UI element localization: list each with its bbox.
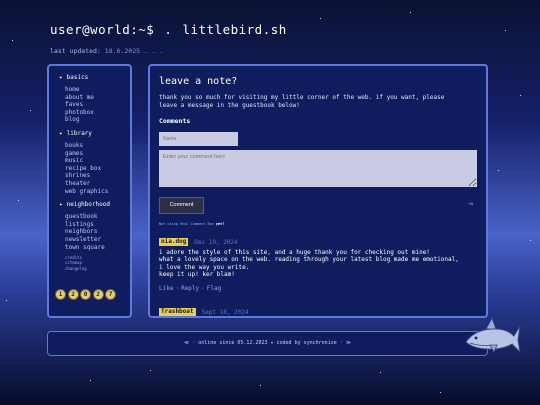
sidebar-item-recipe-box[interactable]: recipe box xyxy=(65,165,122,173)
comment-line: keep it up! ker blam! xyxy=(159,270,235,278)
like-button[interactable]: Like xyxy=(159,285,173,292)
sidebar-item-neighbors[interactable]: neighbors xyxy=(65,228,122,236)
sidebar-item-town-square[interactable]: town square xyxy=(65,244,122,252)
sidebar-item-theater[interactable]: theater xyxy=(65,180,122,188)
sidebar-item-blog[interactable]: blog xyxy=(65,116,122,124)
sidebar-item-music[interactable]: music xyxy=(65,157,122,165)
counter-digit: 1 xyxy=(55,289,66,300)
footer: ≪ · online since 05.12.2023 ✦ coded by s… xyxy=(47,331,488,356)
comment-item: Trashboat Sept 18, 2024 xyxy=(159,308,476,316)
comment-body: i adore the style of this site, and a hu… xyxy=(159,249,476,278)
comment-line: what a lovely space on the web. reading … xyxy=(159,256,459,264)
sidebar-list-neighborhood: guestbook listings neighbors newsletter … xyxy=(65,213,122,251)
sidebar-item-faves[interactable]: faves xyxy=(65,101,122,109)
sidebar-item-newsletter[interactable]: newsletter xyxy=(65,236,122,244)
comment-author[interactable]: nia.dog xyxy=(159,238,189,247)
sidebar-section-library[interactable]: ✦ library xyxy=(59,130,122,137)
comment-meta: Trashboat Sept 18, 2024 xyxy=(159,308,476,316)
comment-line: i adore the style of this site, and a hu… xyxy=(159,249,430,257)
sidebar-item-photobox[interactable]: photobox xyxy=(65,109,122,117)
comment-textarea[interactable] xyxy=(159,150,477,188)
counter-digit: 0 xyxy=(80,289,91,300)
site-title[interactable]: user@world:~$ . littlebird.sh xyxy=(50,22,287,37)
comment-submit-button[interactable]: Comment xyxy=(159,197,204,215)
powered-by-link[interactable]: yet? xyxy=(216,222,224,226)
sidebar-item-games[interactable]: games xyxy=(65,150,122,158)
sidebar-item-listings[interactable]: listings xyxy=(65,221,122,229)
comment-date: Dec 19, 2024 xyxy=(194,238,238,246)
flag-button[interactable]: Flag xyxy=(207,285,221,292)
last-updated-date: 18.6.2025 . . . xyxy=(104,47,164,55)
site-name: littlebird.sh xyxy=(182,22,287,37)
comments-heading: Comments xyxy=(159,117,191,126)
reply-button[interactable]: Reply xyxy=(181,285,199,292)
sidebar-section-title: neighborhood xyxy=(66,201,110,209)
powered-by: Not using Html Comment Box yet? xyxy=(159,222,476,226)
comment-line: i love the way you write. xyxy=(159,263,250,271)
login-icon[interactable]: ⇥ xyxy=(468,199,473,208)
footer-text: ≪ · online since 05.12.2023 ✦ coded by s… xyxy=(183,340,351,346)
sidebar-item-books[interactable]: books xyxy=(65,142,122,150)
sidebar-section-neighborhood[interactable]: ✦ neighborhood xyxy=(59,201,122,208)
comment-item: nia.dog Dec 19, 2024 i adore the style o… xyxy=(159,238,476,292)
last-updated-label: last updated: xyxy=(50,47,101,55)
guestbook-panel: leave a note? thank you so much for visi… xyxy=(148,64,488,318)
name-input[interactable] xyxy=(159,132,238,147)
sidebar-item-web-graphics[interactable]: web graphics xyxy=(65,188,122,196)
sidebar-section-title: library xyxy=(66,129,92,137)
site-header: user@world:~$ . littlebird.sh xyxy=(50,22,287,37)
counter-digit: 2 xyxy=(92,289,104,300)
comment-meta: nia.dog Dec 19, 2024 xyxy=(159,238,476,247)
comment-author[interactable]: Trashboat xyxy=(159,308,196,316)
last-updated: last updated: 18.6.2025 . . . xyxy=(50,47,164,55)
intro-text: thank you so much for visiting my little… xyxy=(159,94,445,109)
shark-mascot-icon xyxy=(465,316,521,354)
sidebar-small-links: credits sitemap changelog xyxy=(65,255,122,271)
sidebar-item-about-me[interactable]: about me xyxy=(65,94,122,102)
sidebar-item-guestbook[interactable]: guestbook xyxy=(65,213,122,221)
comment-date: Sept 18, 2024 xyxy=(201,308,249,316)
hit-counter: 1 2 0 2 7 xyxy=(55,289,116,300)
site-prompt: user@world:~$ xyxy=(50,22,155,37)
sidebar-item-home[interactable]: home xyxy=(65,86,122,94)
sparkle-icon: ✦ xyxy=(59,201,63,209)
link-changelog[interactable]: changelog xyxy=(65,266,122,271)
counter-digit: 2 xyxy=(67,289,79,300)
sidebar-section-title: basics xyxy=(66,74,89,81)
sidebar-section-basics[interactable]: ✦ basics xyxy=(59,74,122,81)
powered-by-text: Not using Html Comment Box xyxy=(159,222,214,227)
sidebar-list-basics: home about me faves photobox blog xyxy=(65,86,122,124)
site-title-dot: . xyxy=(164,22,173,37)
sidebar-list-library: books games music recipe box shrines the… xyxy=(65,142,122,195)
sidebar-item-shrines[interactable]: shrines xyxy=(65,172,122,180)
comment-actions: Like · Reply · Flag xyxy=(159,285,476,292)
sparkle-icon: ✦ xyxy=(59,74,63,81)
page-title: leave a note? xyxy=(159,76,238,87)
counter-digit: 7 xyxy=(105,289,116,300)
separator-dot: · xyxy=(175,285,180,292)
sidebar: ✦ basics home about me faves photobox bl… xyxy=(47,64,132,318)
sparkle-icon: ✦ xyxy=(59,129,63,137)
separator-dot: · xyxy=(201,285,205,292)
